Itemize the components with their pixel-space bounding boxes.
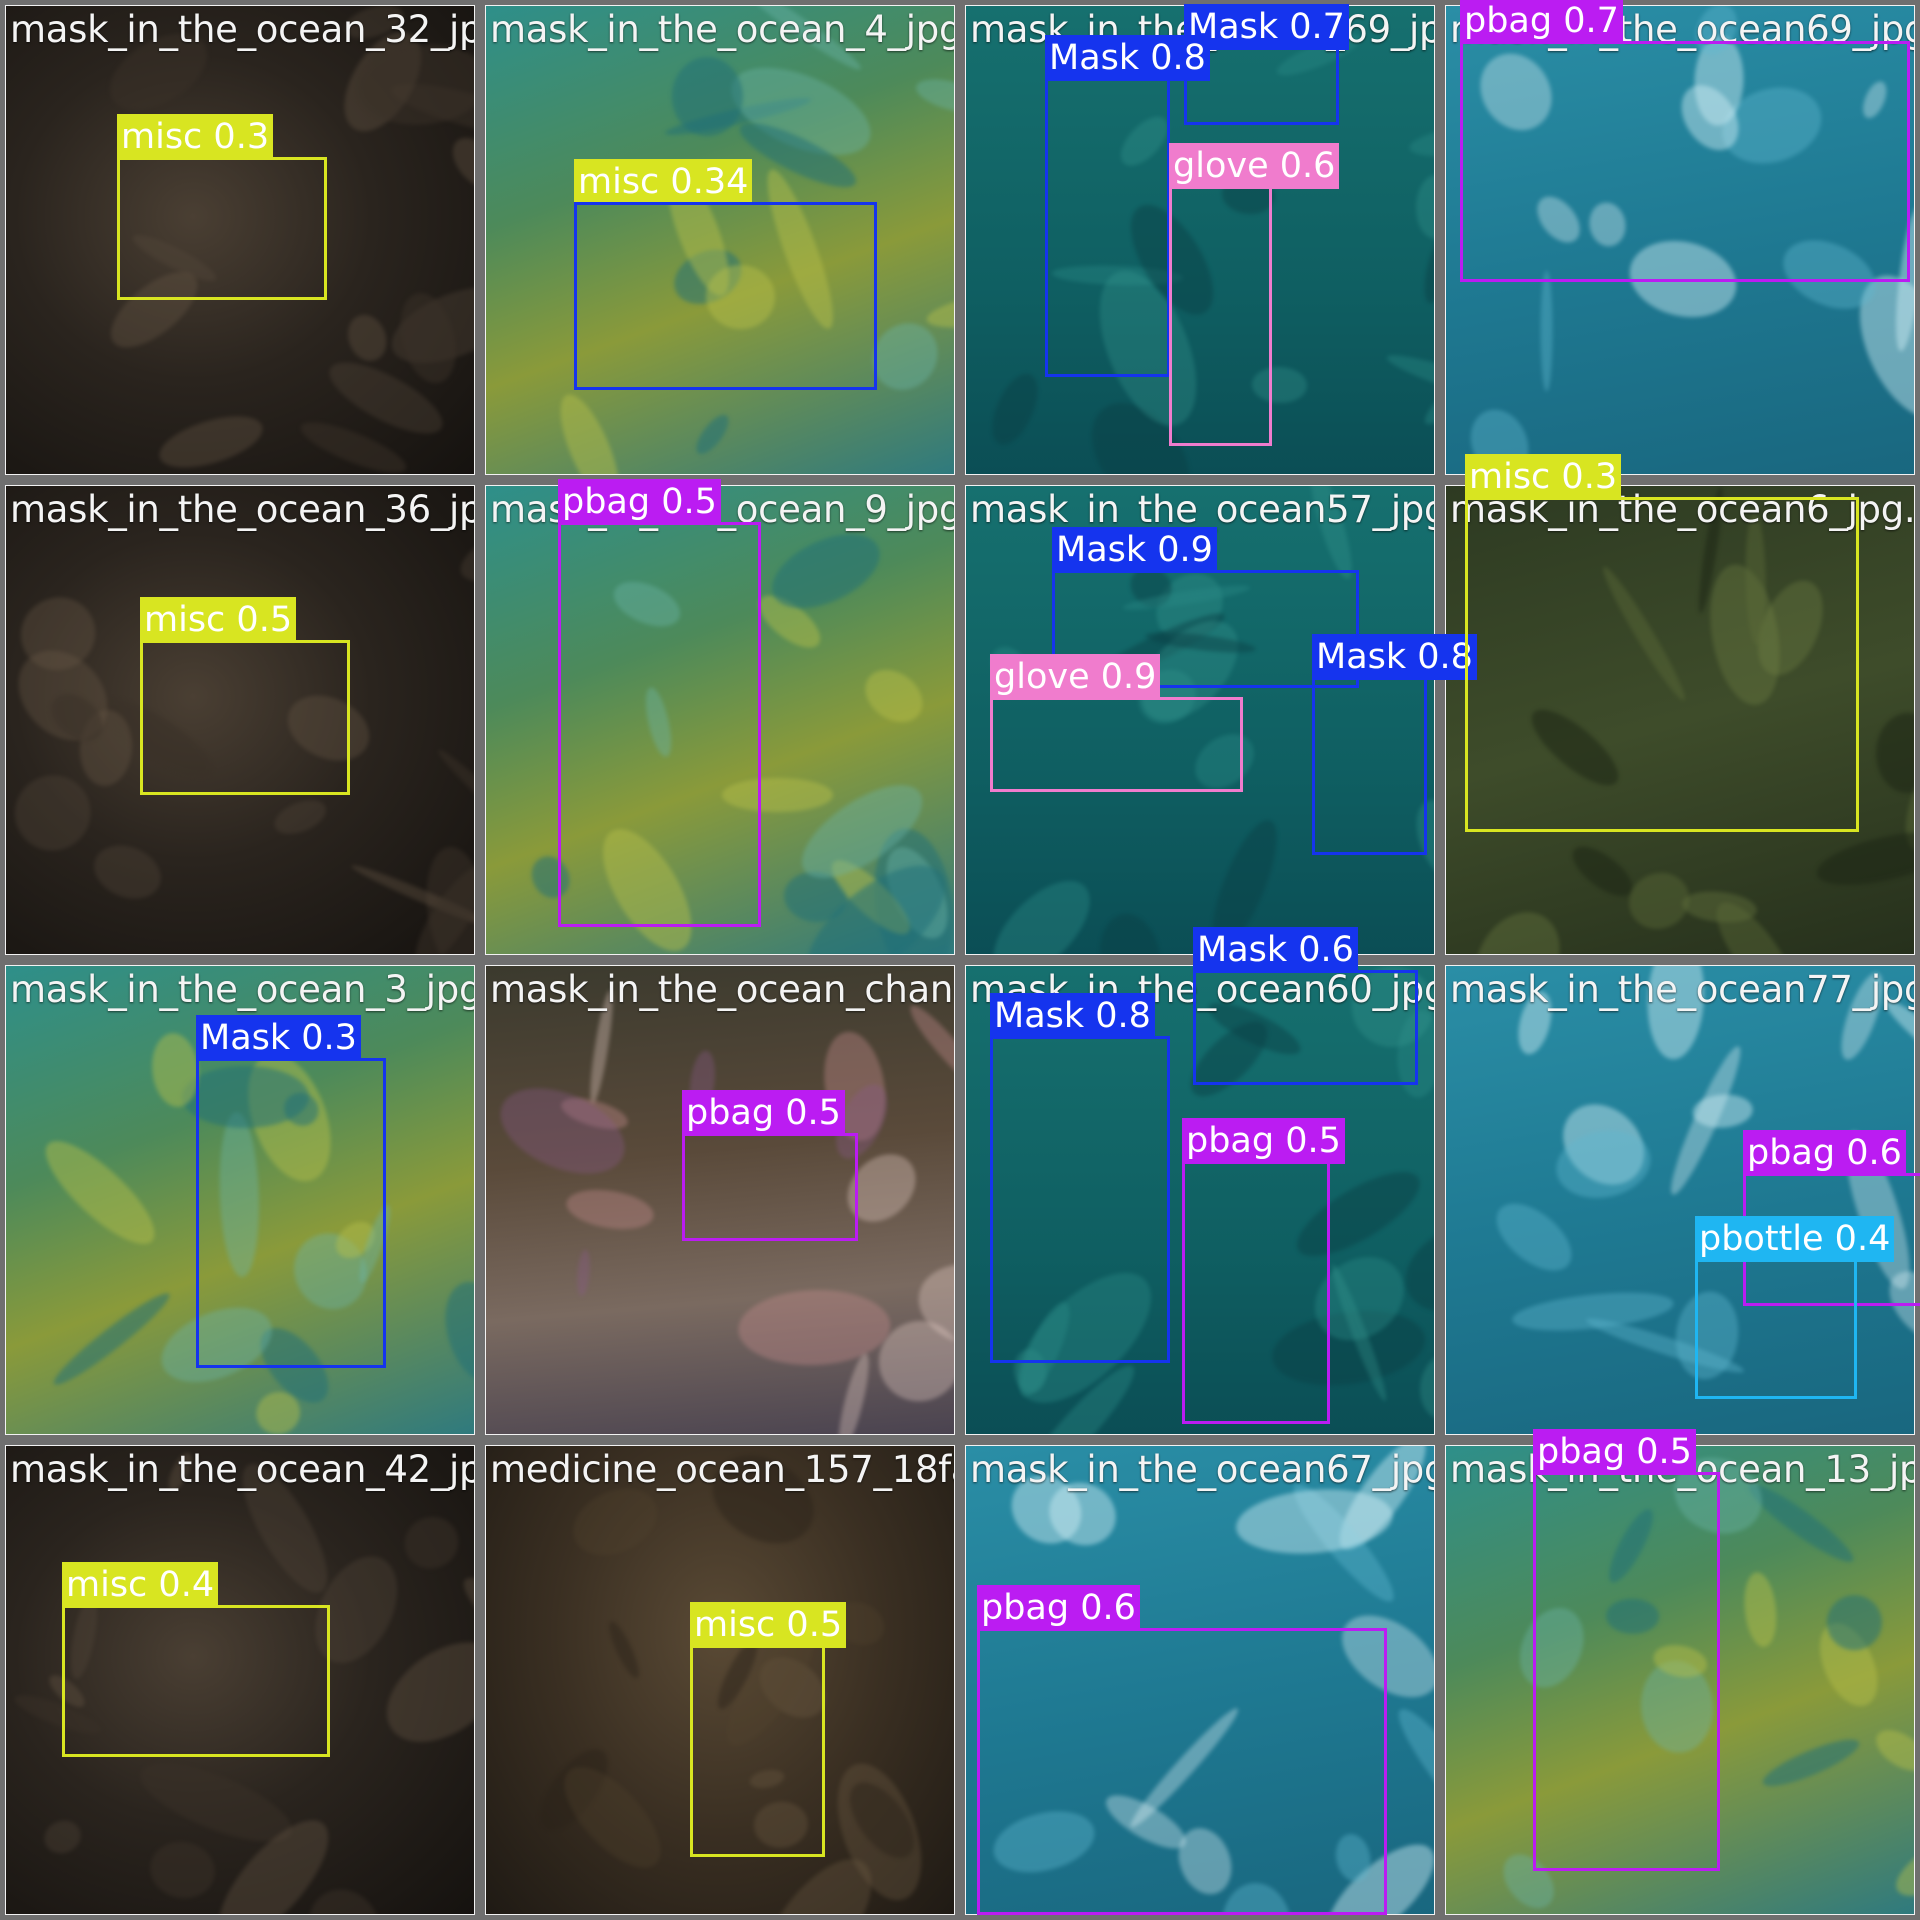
detection-label: pbag 0.6 — [977, 1585, 1140, 1631]
detection-box-pbag: pbag 0.5 — [558, 479, 761, 927]
tile-filename-caption: mask_in_the_ocean_36_jpg.rf.fd9be5e7bf79… — [10, 488, 474, 531]
detection-box-pbag: pbag 0.5 — [682, 1090, 858, 1241]
detection-label: pbag 0.5 — [1182, 1118, 1345, 1164]
tile-filename-caption: mask_in_the_ocean_3_jpg.rf.0091e3f528c71 — [10, 968, 474, 1011]
tile-filename-caption: mask_in_the_ocean_42_jpg.rf.d61b742898 — [10, 1448, 475, 1491]
detection-label: pbag 0.5 — [682, 1090, 845, 1136]
detection-label: Mask 0.9 — [1052, 527, 1217, 573]
detection-label: misc 0.5 — [140, 597, 297, 643]
detection-box-glove: glove 0.6 — [1169, 143, 1340, 446]
detection-box-misc: misc 0.3 — [117, 114, 327, 300]
detection-label: pbag 0.5 — [558, 479, 721, 525]
detection-box-pbottle: pbottle 0.4 — [1695, 1216, 1895, 1399]
detection-label: misc 0.34 — [574, 159, 753, 205]
detection-box-misc: misc 0.5 — [690, 1602, 847, 1857]
detection-label: Mask 0.3 — [196, 1015, 361, 1061]
tile-filename-caption: mask_in_the_ocean_4_jpg.rf.87214b8d84 — [490, 8, 954, 51]
tile-filename-caption: medicine_ocean_157_18fab729-ba7a-40fd-b8… — [490, 1448, 954, 1491]
detection-box-misc: misc 0.3 — [1465, 454, 1859, 832]
detection-label: misc 0.3 — [117, 114, 274, 160]
detection-label: pbag 0.6 — [1743, 1130, 1906, 1176]
detection-box-pbag: pbag 0.5 — [1533, 1429, 1720, 1871]
detection-label: misc 0.5 — [690, 1602, 847, 1648]
detection-box-mask: Mask 0.8 — [1312, 634, 1477, 855]
detection-box-pbag: pbag 0.6 — [977, 1585, 1387, 1915]
detection-box-pbag: pbag 0.7 — [1460, 0, 1910, 282]
tile-filename-caption: mask_in_the_ocean_change25_jpg.rf.9e015b — [490, 968, 954, 1011]
detection-box-glove: glove 0.9 — [990, 654, 1243, 792]
detection-label: glove 0.6 — [1169, 143, 1340, 189]
detection-box-mask — [574, 202, 877, 390]
detection-box-pbag: pbag 0.5 — [1182, 1118, 1345, 1424]
detection-label: misc 0.3 — [1465, 454, 1622, 500]
detection-label: Mask 0.6 — [1193, 927, 1358, 973]
detection-label: Mask 0.8 — [1045, 35, 1210, 81]
detection-box-mask: Mask 0.6 — [1193, 927, 1418, 1085]
detection-label: Mask 0.8 — [1312, 634, 1477, 680]
detection-label: glove 0.9 — [990, 654, 1161, 700]
detection-box-mask: Mask 0.3 — [196, 1015, 386, 1368]
detection-mosaic: mask_in_the_ocean_32_jpg.rf.ac90d0754fmi… — [0, 0, 1920, 1920]
detection-label: pbag 0.5 — [1533, 1429, 1696, 1475]
tile-filename-caption: mask_in_the_ocean57_jpg.rf.5a3c0d7466 — [970, 488, 1434, 531]
detection-box-misc: misc 0.4 — [62, 1562, 330, 1757]
detection-label: Mask 0.8 — [990, 993, 1155, 1039]
detection-label: pbottle 0.4 — [1695, 1216, 1895, 1262]
detection-box-misc: misc 0.5 — [140, 597, 350, 795]
detection-label: pbag 0.7 — [1460, 0, 1623, 44]
tile-filename-caption: mask_in_the_ocean77_jpg.rf. — [1450, 968, 1914, 1011]
detection-box-mask: Mask 0.8 — [1045, 35, 1210, 377]
tile-filename-caption: mask_in_the_ocean_32_jpg.rf.ac90d0754f — [10, 8, 475, 51]
detection-label: misc 0.4 — [62, 1562, 219, 1608]
tile-filename-caption: mask_in_the_ocean67_jpg.rf.37... — [970, 1448, 1434, 1491]
detection-box-mask: Mask 0.8 — [990, 993, 1170, 1363]
